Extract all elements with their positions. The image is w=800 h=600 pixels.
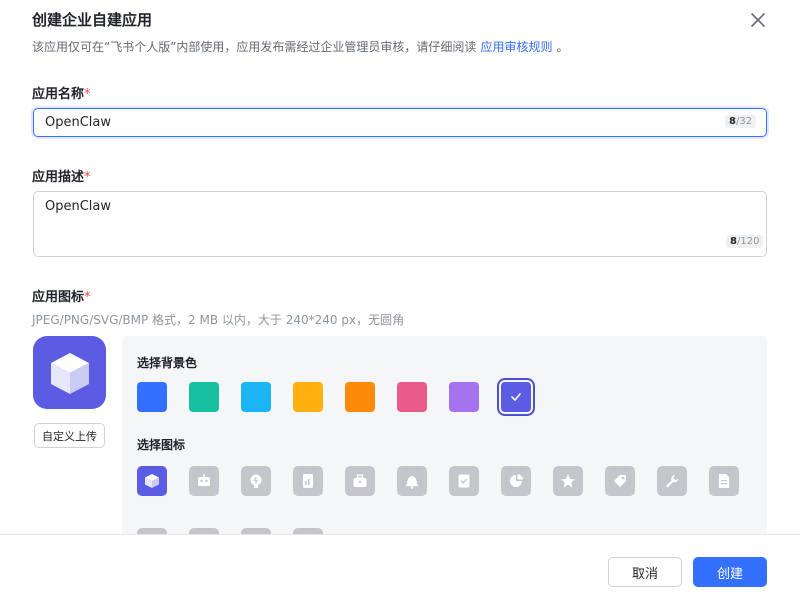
close-icon[interactable]: [746, 8, 770, 32]
icon-format-hint: JPEG/PNG/SVG/BMP 格式，2 MB 以内，大于 240*240 p…: [32, 313, 405, 327]
app-name-label: 应用名称*: [32, 83, 91, 102]
cancel-button[interactable]: 取消: [608, 557, 682, 587]
color-swatch[interactable]: [189, 382, 219, 412]
app-desc-count-max: /120: [736, 236, 760, 247]
color-swatch[interactable]: [449, 382, 479, 412]
icon-option[interactable]: [397, 466, 427, 496]
app-name-input[interactable]: OpenClaw: [33, 108, 767, 137]
create-button[interactable]: 创建: [693, 557, 767, 587]
bell-icon: [406, 476, 418, 489]
bg-color-label: 选择背景色: [137, 356, 198, 370]
app-name-counter: 8/32: [725, 115, 757, 128]
icon-choice-label: 选择图标: [137, 438, 186, 452]
icon-option[interactable]: [241, 466, 271, 496]
review-rules-link[interactable]: 应用审核规则: [480, 40, 552, 54]
icon-option[interactable]: [657, 466, 687, 496]
dialog-title: 创建企业自建应用: [32, 11, 153, 29]
wrench-icon: [666, 475, 679, 488]
tag-icon: [614, 475, 626, 487]
robot-icon: [198, 474, 210, 486]
app-name-count-current: 8: [729, 116, 736, 127]
color-swatch[interactable]: [345, 382, 375, 412]
color-swatch[interactable]: [241, 382, 271, 412]
star-icon: [561, 474, 575, 488]
app-desc-label-text: 应用描述: [32, 170, 85, 185]
icon-option[interactable]: [137, 466, 167, 496]
color-swatch[interactable]: [293, 382, 323, 412]
color-swatch[interactable]: [397, 382, 427, 412]
app-desc-counter: 8/120: [726, 235, 764, 248]
icon-option[interactable]: [345, 466, 375, 496]
required-mark: *: [84, 170, 91, 185]
icon-option[interactable]: [189, 466, 219, 496]
subtitle-end: 。: [556, 40, 569, 54]
checklist-icon: [458, 474, 470, 488]
app-desc-label: 应用描述*: [32, 166, 91, 185]
icon-option[interactable]: [449, 466, 479, 496]
icon-option[interactable]: [553, 466, 583, 496]
app-name-value: OpenClaw: [45, 115, 112, 130]
app-name-label-text: 应用名称: [32, 87, 85, 102]
cube-icon: [50, 352, 89, 394]
check-icon: [511, 393, 521, 401]
color-swatch[interactable]: [137, 382, 167, 412]
app-icon-label-text: 应用图标: [32, 290, 85, 305]
icon-option[interactable]: [501, 466, 531, 496]
file-icon: [719, 474, 729, 488]
dialog-footer: 取消 创建: [0, 534, 800, 600]
bulb-icon: [250, 474, 262, 488]
icon-option[interactable]: [293, 466, 323, 496]
create-app-dialog: 创建企业自建应用 该应用仅可在“飞书个人版”内部使用，应用发布需经过企业管理员审…: [0, 0, 800, 600]
subtitle-text: 该应用仅可在“飞书个人版”内部使用，应用发布需经过企业管理员审核，请仔细阅读: [32, 40, 477, 54]
icon-option[interactable]: [605, 466, 635, 496]
app-name-count-max: /32: [735, 116, 753, 127]
required-mark: *: [84, 290, 91, 305]
icon-option[interactable]: [709, 466, 739, 496]
custom-upload-button[interactable]: 自定义上传: [34, 423, 105, 448]
briefcase-icon: [353, 474, 367, 487]
pie-icon: [510, 474, 523, 487]
color-swatch[interactable]: [497, 378, 535, 416]
document-chart-icon: [303, 474, 313, 488]
dialog-subtitle: 该应用仅可在“飞书个人版”内部使用，应用发布需经过企业管理员审核，请仔细阅读 应用…: [32, 38, 568, 55]
app-desc-count-current: 8: [730, 236, 737, 247]
cube-icon: [145, 474, 159, 488]
app-desc-value: OpenClaw: [45, 199, 112, 214]
icon-picker-panel: 选择背景色 选择图标: [122, 336, 767, 536]
app-icon-preview: [33, 336, 106, 409]
required-mark: *: [84, 87, 91, 102]
app-desc-textarea[interactable]: OpenClaw: [33, 191, 767, 257]
app-icon-label: 应用图标*: [32, 286, 91, 305]
